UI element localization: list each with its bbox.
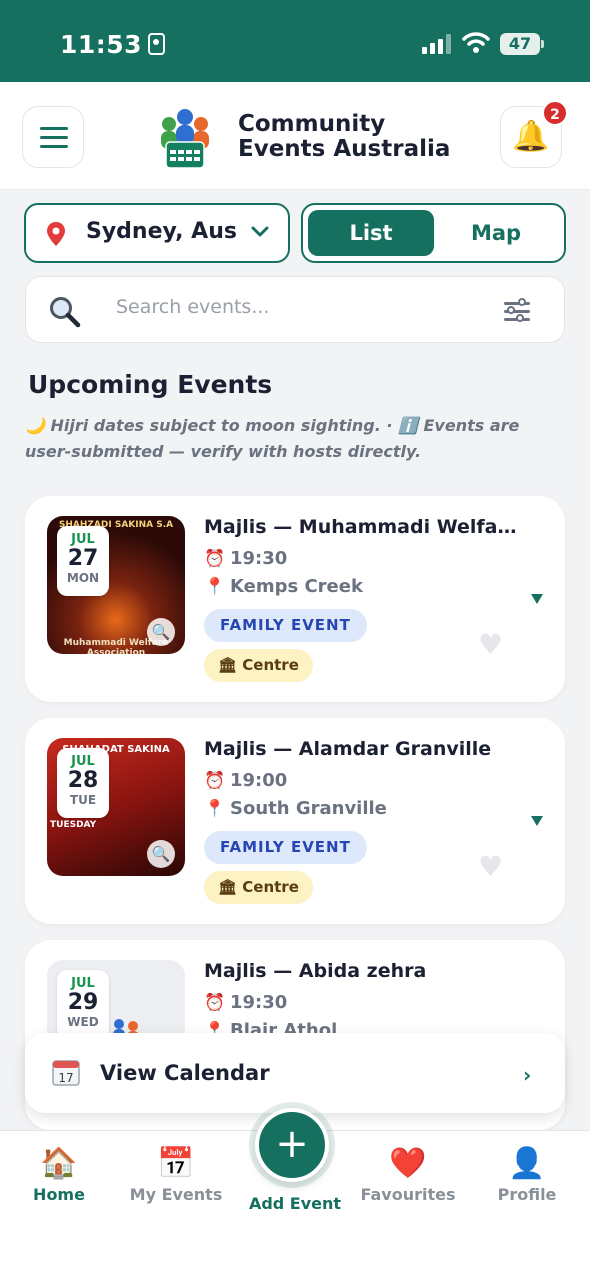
alarm-clock-icon: ⏰ xyxy=(204,771,226,791)
profile-icon: 👤 xyxy=(508,1146,546,1181)
chevron-right-icon: › xyxy=(523,1063,532,1087)
section-title: Upcoming Events xyxy=(28,370,273,399)
alarm-clock-icon: ⏰ xyxy=(204,993,226,1013)
app-header: Community Events Australia 🔔 xyxy=(0,82,590,190)
plus-icon: + xyxy=(275,1121,309,1167)
menu-button[interactable] xyxy=(22,106,84,168)
community-logo-icon xyxy=(161,109,209,169)
favourite-heart-icon[interactable]: ♥ xyxy=(478,850,503,883)
svg-text:17: 17 xyxy=(58,1071,73,1085)
building-icon: 🏛 xyxy=(218,656,238,674)
search-bar[interactable]: Search events... xyxy=(25,276,565,343)
view-toggle: List Map xyxy=(301,203,566,263)
event-title: Majlis — Muhammadi Welfare Association xyxy=(204,516,524,538)
expand-arrow-icon[interactable] xyxy=(531,816,543,826)
bell-icon: 🔔 xyxy=(512,119,550,154)
wifi-icon xyxy=(462,32,490,53)
nav-my-events[interactable]: 📅 My Events xyxy=(117,1145,235,1204)
location-select[interactable]: Sydney, Australia xyxy=(24,203,290,263)
event-title: Majlis — Abida zehra xyxy=(204,960,427,982)
event-card[interactable]: SHAHZADI SAKINA S.A Muhammadi Welfare As… xyxy=(25,496,565,702)
event-time: ⏰ 19:30 xyxy=(204,992,288,1013)
map-view-tab[interactable]: Map xyxy=(433,210,559,256)
status-bar: 11:53 47 xyxy=(0,0,590,82)
notification-badge: 2 xyxy=(542,100,568,126)
calendar-icon: 17 xyxy=(52,1060,80,1086)
home-icon: 🏠 xyxy=(40,1146,78,1181)
expand-arrow-icon[interactable] xyxy=(531,594,543,604)
zoom-icon[interactable]: 🔍 xyxy=(147,618,175,646)
filter-icon[interactable] xyxy=(504,298,530,323)
venue-type-tag: 🏛 Centre xyxy=(204,649,313,682)
favourite-heart-icon[interactable]: ♥ xyxy=(478,628,503,661)
brand-title: Community Events Australia xyxy=(238,111,451,162)
signal-icon xyxy=(422,34,452,54)
id-card-icon xyxy=(148,33,166,55)
pin-icon: 📍 xyxy=(204,799,226,819)
nav-profile[interactable]: 👤 Profile xyxy=(468,1145,586,1204)
list-view-tab[interactable]: List xyxy=(308,210,434,256)
add-event-button[interactable]: + xyxy=(255,1108,329,1182)
status-time: 11:53 xyxy=(60,30,166,59)
family-event-tag: FAMILY EVENT xyxy=(204,831,367,864)
location-pin-icon xyxy=(47,222,65,246)
event-location: 📍 Kemps Creek xyxy=(204,576,363,597)
family-event-tag: FAMILY EVENT xyxy=(204,609,367,642)
nav-favourites[interactable]: ❤️ Favourites xyxy=(349,1145,467,1204)
nav-home[interactable]: 🏠 Home xyxy=(0,1145,118,1204)
pin-icon: 📍 xyxy=(204,577,226,597)
chevron-down-icon xyxy=(251,226,269,237)
location-value: Sydney, Australia xyxy=(86,219,236,244)
event-card[interactable]: SHAHADAT SAKINA TUESDAY JUL 28 TUE 🔍 Maj… xyxy=(25,718,565,924)
view-calendar-label: View Calendar xyxy=(100,1061,270,1085)
date-badge: JUL 29 WED xyxy=(57,970,109,1040)
heart-icon: ❤️ xyxy=(389,1146,427,1181)
event-time: ⏰ 19:00 xyxy=(204,770,288,791)
battery-indicator: 47 xyxy=(500,33,544,55)
date-badge: JUL 27 MON xyxy=(57,526,109,596)
alarm-clock-icon: ⏰ xyxy=(204,549,226,569)
event-time: ⏰ 19:30 xyxy=(204,548,288,569)
event-poster[interactable]: SHAHZADI SAKINA S.A Muhammadi Welfare As… xyxy=(47,516,185,654)
event-location: 📍 South Granville xyxy=(204,798,387,819)
calendar-icon: 📅 xyxy=(157,1146,195,1181)
search-input[interactable]: Search events... xyxy=(116,296,269,318)
event-poster[interactable]: SHAHADAT SAKINA TUESDAY JUL 28 TUE 🔍 xyxy=(47,738,185,876)
date-badge: JUL 28 TUE xyxy=(57,748,109,818)
zoom-icon[interactable]: 🔍 xyxy=(147,840,175,868)
search-icon xyxy=(50,297,81,328)
event-title: Majlis — Alamdar Granville xyxy=(204,738,492,760)
disclaimer-note: 🌙 Hijri dates subject to moon sighting. … xyxy=(25,416,520,461)
view-calendar-button[interactable]: 17 View Calendar › xyxy=(25,1033,565,1113)
venue-type-tag: 🏛 Centre xyxy=(204,871,313,904)
add-event-label: Add Event xyxy=(248,1194,342,1213)
building-icon: 🏛 xyxy=(218,878,238,896)
